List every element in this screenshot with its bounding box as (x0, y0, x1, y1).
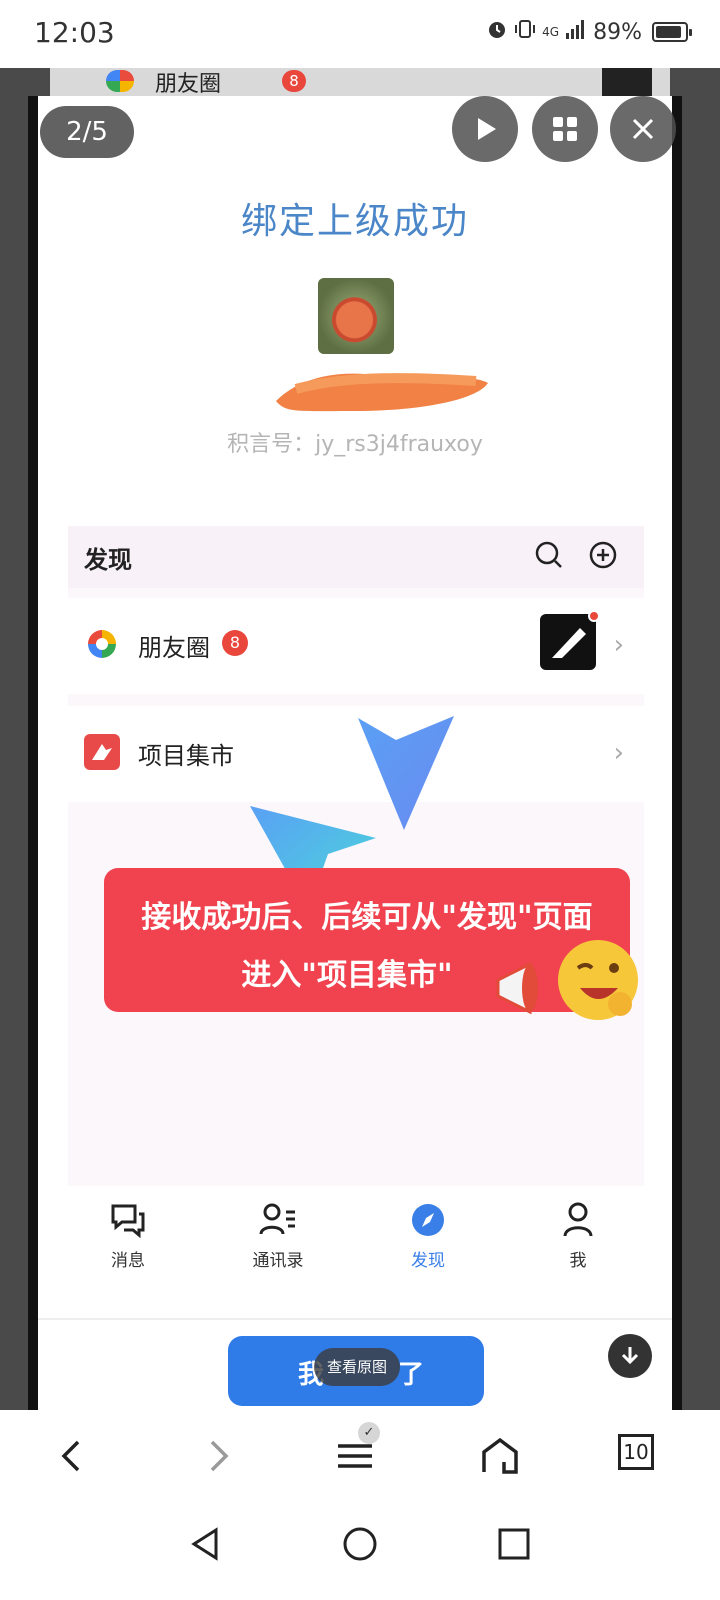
tab-me: 我 (508, 1200, 648, 1280)
success-title: 绑定上级成功 (240, 201, 469, 242)
avatar (318, 278, 394, 354)
nav-back-button[interactable] (186, 1524, 226, 1564)
back-button[interactable] (50, 1434, 94, 1478)
tab-discover: 发现 (358, 1200, 498, 1280)
status-bar: 12:03 4G 89% (0, 0, 720, 68)
close-icon (632, 118, 654, 140)
chat-icon (111, 1204, 145, 1239)
menu-button[interactable]: ✓ (334, 1422, 380, 1478)
app-tab-bar: 消息 通讯录 发现 我 (38, 1186, 672, 1286)
forward-icon (210, 1440, 229, 1472)
status-time: 12:03 (34, 16, 115, 49)
tabs-button[interactable]: 10 (618, 1434, 662, 1478)
system-nav-bar (0, 1506, 720, 1600)
image-viewer: 朋友圈 8 绑定上级成功 积言号：jy_rs3j4frauxoy 发现 朋友圈 … (0, 68, 720, 1410)
battery-fill (656, 26, 681, 38)
forward-button[interactable] (196, 1434, 240, 1478)
image-frame[interactable]: 绑定上级成功 积言号：jy_rs3j4frauxoy 发现 朋友圈 8 › 项目… (28, 96, 682, 1410)
home-icon (482, 1437, 518, 1474)
plus-circle-icon (589, 541, 617, 569)
search-icon (535, 541, 562, 568)
market-label: 项目集市 (138, 742, 234, 770)
tab-messages: 消息 (58, 1200, 198, 1280)
view-original-button[interactable]: 查看原图 (314, 1348, 400, 1386)
nav-recent-icon (498, 1528, 530, 1560)
moments-badge: 8 (222, 630, 248, 656)
contacts-icon (259, 1203, 295, 1235)
battery-icon (652, 22, 692, 42)
download-button[interactable] (608, 1334, 652, 1378)
background-thumbnail (602, 68, 652, 96)
grid-icon (553, 117, 577, 141)
home-button[interactable] (478, 1434, 522, 1478)
displayed-screenshot: 绑定上级成功 积言号：jy_rs3j4frauxoy 发现 朋友圈 8 › 项目… (38, 96, 672, 1410)
moments-row: 朋友圈 8 › (68, 598, 644, 694)
moments-label: 朋友圈 (138, 634, 210, 662)
moments-thumbnail (540, 610, 600, 670)
background-moments-label: 朋友圈 (155, 72, 222, 97)
chevron-right-icon: › (613, 630, 624, 660)
notification-dot (588, 610, 600, 622)
network-label: 4G (542, 25, 560, 39)
compass-icon (412, 1204, 444, 1236)
nav-back-icon (191, 1527, 218, 1561)
redaction-scribble (276, 373, 488, 412)
divider (38, 1318, 672, 1320)
screen: 12:03 4G 89% 朋友圈 8 绑定上级成功 积言号：jy_rs3j4fr… (0, 0, 720, 1600)
alarm-icon (486, 18, 508, 46)
market-logo-icon (84, 734, 120, 770)
tabs-count: 10 (618, 1434, 654, 1470)
browser-toolbar: ✓ 10 (0, 1410, 720, 1506)
tab-contacts: 通讯录 (208, 1200, 348, 1280)
page-counter: 2/5 (40, 106, 134, 158)
discover-header: 发现 (68, 526, 644, 588)
pointer-arrow-icon (358, 716, 454, 830)
winking-emoji-icon (558, 940, 638, 1020)
nav-recent-button[interactable] (494, 1524, 534, 1564)
battery-percent: 89% (593, 19, 642, 45)
moments-logo-icon (88, 630, 116, 658)
download-icon (621, 1347, 639, 1365)
back-icon (61, 1440, 80, 1472)
callout-line-1: 接收成功后、后续可从"发现"页面 (141, 900, 593, 935)
close-button[interactable] (610, 96, 676, 162)
play-button[interactable] (452, 96, 518, 162)
play-icon (478, 118, 496, 140)
discover-title: 发现 (84, 546, 132, 574)
tab-label: 通讯录 (252, 1251, 304, 1271)
grid-button[interactable] (532, 96, 598, 162)
check-icon: ✓ (358, 1422, 380, 1444)
jy-id: 积言号：jy_rs3j4frauxoy (227, 432, 483, 457)
moments-logo-icon (106, 70, 134, 92)
nav-home-button[interactable] (340, 1524, 380, 1564)
signal-icon (565, 19, 587, 45)
background-page-strip: 朋友圈 8 (50, 68, 670, 97)
tab-label: 我 (569, 1251, 587, 1271)
discover-section: 发现 朋友圈 8 › 项目集市 › (68, 526, 644, 1186)
chevron-right-icon: › (613, 738, 624, 768)
background-moments-badge: 8 (282, 70, 306, 92)
person-icon (563, 1202, 593, 1237)
tab-label: 发现 (411, 1251, 445, 1271)
nav-home-icon (343, 1527, 377, 1561)
status-icons: 4G 89% (486, 18, 692, 46)
vibrate-icon (514, 18, 536, 46)
tab-label: 消息 (111, 1251, 145, 1271)
button-text-end: 了 (398, 1360, 425, 1390)
